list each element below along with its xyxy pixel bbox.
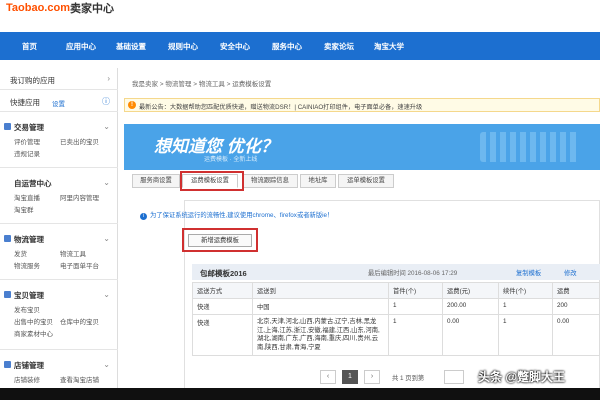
- nav-app-center[interactable]: 应用中心: [66, 41, 96, 52]
- sidebar-link[interactable]: 电子面单平台: [60, 260, 99, 270]
- seller-center-title: 卖家中心: [70, 3, 114, 15]
- nav-rules-center[interactable]: 规则中心: [168, 41, 198, 52]
- sidebar-link[interactable]: 阿里内容管理: [60, 192, 99, 202]
- nav-seller-forum[interactable]: 卖家论坛: [324, 41, 354, 52]
- main-content: 我是卖家 > 物流管理 > 物流工具 > 运费模板设置 ! 最新公告：大数据帮助…: [120, 68, 600, 400]
- trade-icon: [4, 123, 11, 130]
- table-cell: 200: [552, 298, 600, 315]
- quick-apps-settings-link[interactable]: 设置: [52, 98, 65, 108]
- sidebar-section-logistics: 物流管理 ⌄ 发货 物流工具 物流服务 电子面单平台: [0, 228, 118, 280]
- modify-template-link[interactable]: 修改: [564, 268, 577, 277]
- sidebar-link[interactable]: 出售中的宝贝: [14, 316, 53, 326]
- table-cell: 北京,天津,河北,山西,内蒙古,辽宁,吉林,黑龙江,上海,江苏,浙江,安徽,福建…: [252, 314, 389, 356]
- tab-tracking-info[interactable]: 物流跟踪信息: [242, 174, 298, 188]
- template-header: 包邮模板2016 最后编辑时间 2016-08-06 17:29 复制模板 修改: [192, 264, 600, 280]
- nav-security-center[interactable]: 安全中心: [220, 41, 250, 52]
- sidebar: 我订购的应用 › 快捷应用 设置 ⓘ 交易管理 ⌄ 评价管理 已卖出的宝贝 违规…: [0, 68, 118, 400]
- sidebar-link[interactable]: 仓库中的宝贝: [60, 316, 99, 326]
- announcement-text[interactable]: 最新公告：大数据帮助您匹配优质快递，赠送物流DSR！| CAINIAO打印组件，…: [139, 102, 422, 111]
- table-cell: 1: [388, 298, 443, 315]
- nav-home[interactable]: 首页: [22, 41, 37, 52]
- next-page-button[interactable]: ›: [364, 370, 380, 384]
- promo-banner[interactable]: 想知道您 优化？ 运费模板 · 全新上线: [124, 124, 600, 170]
- page-jump-input[interactable]: [444, 370, 464, 384]
- col-first-fee: 运费(元): [442, 282, 499, 299]
- sidebar-section-trade: 交易管理 ⌄ 评价管理 已卖出的宝贝 违规记录: [0, 116, 118, 168]
- table-cell: 1: [498, 298, 553, 315]
- help-icon[interactable]: ⓘ: [102, 96, 110, 107]
- table-cell: 1: [388, 314, 443, 356]
- sidebar-link[interactable]: 物流工具: [60, 248, 86, 258]
- announcement-bar: ! 最新公告：大数据帮助您匹配优质快递，赠送物流DSR！| CAINIAO打印组…: [124, 98, 600, 112]
- banner-decoration: [480, 132, 580, 162]
- table-cell: 快递: [192, 298, 253, 315]
- template-name: 包邮模板2016: [200, 269, 247, 278]
- tab-waybill-template[interactable]: 运单模板设置: [338, 174, 394, 188]
- copy-template-link[interactable]: 复制模板: [516, 268, 541, 277]
- table-cell: 快递: [192, 314, 253, 356]
- taskbar: [0, 388, 600, 400]
- sidebar-link[interactable]: 查看淘宝店铺: [60, 374, 99, 384]
- nav-taobao-university[interactable]: 淘宝大学: [374, 41, 404, 52]
- table-header-row: 运送方式 运送到 首件(个) 运费(元) 续件(个) 运费: [192, 282, 600, 299]
- page-number-current[interactable]: 1: [342, 370, 358, 384]
- sidebar-link[interactable]: 评价管理: [14, 136, 40, 146]
- banner-subtitle: 运费模板 · 全新上线: [204, 157, 258, 163]
- top-brand-bar: Taobao.com 卖家中心: [0, 0, 600, 30]
- table-cell: 200.00: [442, 298, 499, 315]
- chevron-down-icon[interactable]: ⌄: [103, 290, 110, 299]
- table-cell: 0.00: [442, 314, 499, 356]
- prev-page-button[interactable]: ‹: [320, 370, 336, 384]
- sidebar-link[interactable]: 淘宝群: [14, 204, 34, 214]
- browser-tip: i 为了保证系统运行的流畅性,建议使用chrome、firefox或者新版ie！: [140, 210, 333, 220]
- taobao-logo[interactable]: Taobao.com: [6, 2, 70, 14]
- nav-service-center[interactable]: 服务中心: [272, 41, 302, 52]
- highlight-box-tab: [180, 171, 244, 191]
- page-total: 共 1 页到第: [392, 375, 425, 382]
- info-icon: i: [140, 213, 147, 220]
- col-extra-fee: 运费: [552, 282, 600, 299]
- main-nav: 首页 应用中心 基础设置 规则中心 安全中心 服务中心 卖家论坛 淘宝大学: [0, 32, 600, 60]
- chevron-right-icon: ›: [107, 74, 110, 83]
- sidebar-link[interactable]: 商家素材中心: [14, 328, 53, 338]
- sidebar-link[interactable]: 店铺装修: [14, 374, 40, 384]
- table-row: 快递 北京,天津,河北,山西,内蒙古,辽宁,吉林,黑龙江,上海,江苏,浙江,安徽…: [192, 314, 600, 356]
- table-cell: 中国: [252, 298, 389, 315]
- highlight-box-add: [182, 228, 258, 252]
- sidebar-section-self-op: 自运营中心 ⌄ 淘宝直播 阿里内容管理 淘宝群: [0, 172, 118, 224]
- sidebar-link[interactable]: 物流服务: [14, 260, 40, 270]
- chevron-down-icon[interactable]: ⌄: [103, 122, 110, 131]
- freight-table: 运送方式 运送到 首件(个) 运费(元) 续件(个) 运费 快递 中国 1 20…: [192, 282, 600, 356]
- chevron-down-icon[interactable]: ⌄: [103, 234, 110, 243]
- sidebar-link[interactable]: 违规记录: [14, 148, 40, 158]
- chevron-down-icon[interactable]: ⌄: [103, 178, 110, 187]
- tab-address-book[interactable]: 地址库: [300, 174, 336, 188]
- table-cell: 0.00: [552, 314, 600, 356]
- sidebar-link[interactable]: 发布宝贝: [14, 304, 40, 314]
- sidebar-link[interactable]: 已卖出的宝贝: [60, 136, 99, 146]
- sidebar-link[interactable]: 发货: [14, 248, 27, 258]
- sidebar-quick-apps: 快捷应用 设置 ⓘ: [0, 90, 118, 112]
- tab-provider-settings[interactable]: 服务商设置: [132, 174, 180, 188]
- sidebar-link[interactable]: 淘宝直播: [14, 192, 40, 202]
- table-cell: 1: [498, 314, 553, 356]
- nav-basic-settings[interactable]: 基础设置: [116, 41, 146, 52]
- shirt-icon: [4, 291, 11, 298]
- watermark: 头条 @蹩脚大王: [478, 370, 566, 384]
- last-edit-time: 最后编辑时间 2016-08-06 17:29: [368, 270, 458, 277]
- megaphone-icon: !: [128, 101, 136, 109]
- truck-icon: [4, 235, 11, 242]
- shop-icon: [4, 361, 11, 368]
- sidebar-section-items: 宝贝管理 ⌄ 发布宝贝 出售中的宝贝 仓库中的宝贝 商家素材中心: [0, 284, 118, 350]
- sidebar-my-apps[interactable]: 我订购的应用 ›: [0, 68, 118, 90]
- col-extra-item: 续件(个): [498, 282, 553, 299]
- chevron-down-icon[interactable]: ⌄: [103, 360, 110, 369]
- breadcrumb: 我是卖家 > 物流管理 > 物流工具 > 运费模板设置: [132, 81, 272, 88]
- col-first-item: 首件(个): [388, 282, 443, 299]
- col-method: 运送方式: [192, 282, 253, 299]
- col-destination: 运送到: [252, 282, 389, 299]
- table-row: 快递 中国 1 200.00 1 200: [192, 298, 600, 315]
